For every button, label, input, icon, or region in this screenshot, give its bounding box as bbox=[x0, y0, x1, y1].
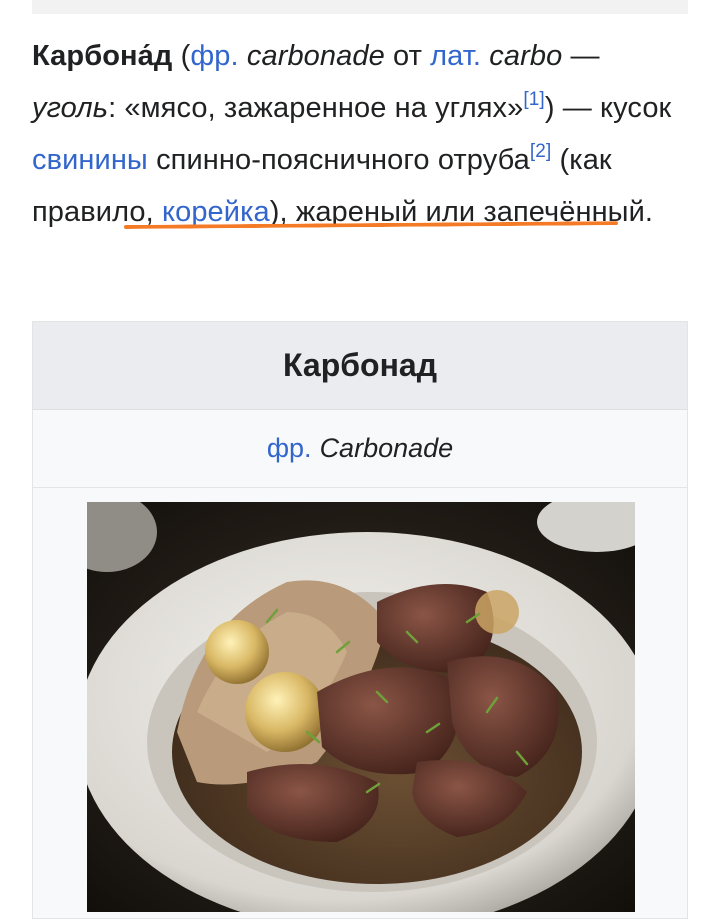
reference-1-link[interactable]: [1] bbox=[523, 89, 544, 110]
infobox: Карбонад фр. Carbonade bbox=[32, 321, 688, 919]
latin-meaning: уголь bbox=[32, 92, 109, 124]
french-language-link[interactable]: фр. bbox=[190, 40, 238, 72]
previous-section-edge bbox=[32, 0, 688, 14]
dish-photo[interactable] bbox=[87, 502, 635, 912]
infobox-title: Карбонад bbox=[33, 322, 687, 410]
paren-close: ) — bbox=[544, 92, 592, 124]
article-term: Карбона́д bbox=[32, 40, 173, 72]
text-cut-desc: спинно-поясничного bbox=[156, 144, 430, 176]
etymology-quote: : «мясо, зажаренное на углях» bbox=[108, 92, 524, 124]
text-otruba: отруба bbox=[437, 144, 530, 176]
article-lead-paragraph: Карбона́д (фр. carbonade от лат. carbo —… bbox=[32, 30, 692, 238]
from-word: от bbox=[393, 40, 422, 72]
dish-photo-drawing bbox=[87, 502, 635, 912]
infobox-subtitle: фр. Carbonade bbox=[33, 410, 687, 488]
latin-word: carbo bbox=[489, 40, 563, 72]
infobox-language-link[interactable]: фр. bbox=[267, 433, 312, 464]
text-kusok: кусок bbox=[600, 92, 672, 124]
paren-open: ( bbox=[180, 40, 191, 72]
french-word: carbonade bbox=[246, 40, 385, 72]
dash: — bbox=[570, 40, 600, 72]
latin-language-link[interactable]: лат. bbox=[430, 40, 481, 72]
infobox-foreign-name: Carbonade bbox=[319, 433, 454, 463]
reference-2-link[interactable]: [2] bbox=[530, 141, 551, 162]
pork-link[interactable]: свинины bbox=[32, 144, 148, 176]
